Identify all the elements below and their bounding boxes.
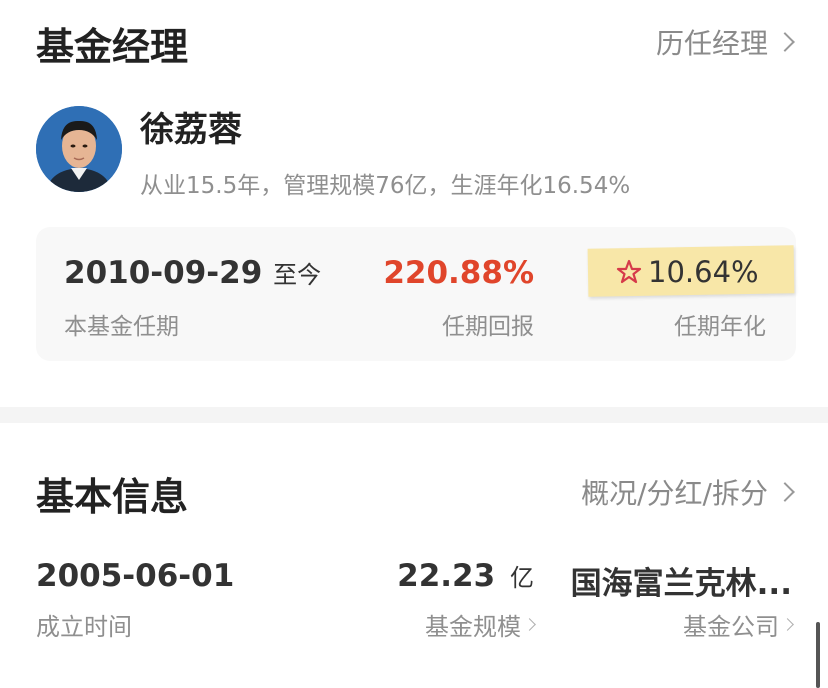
- fund-company-link[interactable]: 基金公司: [683, 607, 794, 642]
- tenure-annualized: 10.64%: [616, 255, 759, 289]
- fund-size-value: 22.23: [397, 558, 496, 594]
- fund-size: 22.23 亿: [397, 558, 534, 594]
- tenure-card: 2010-09-29 至今 本基金任期 220.88% 任期回报 10.64% …: [36, 227, 796, 361]
- manager-summary: 从业15.5年，管理规模76亿，生涯年化16.54%: [140, 173, 631, 199]
- manager-name[interactable]: 徐荔蓉: [140, 102, 242, 151]
- inception-date-value: 2005-06-01: [36, 558, 235, 594]
- tenure-annualized-value: 10.64%: [648, 255, 759, 289]
- tenure-start-label: 本基金任期: [64, 314, 179, 340]
- tenure-return-label: 任期回报: [442, 314, 534, 340]
- manager-avatar[interactable]: [36, 106, 122, 192]
- history-managers-link[interactable]: 历任经理: [655, 22, 795, 62]
- tenure-annualized-label: 任期年化: [674, 314, 766, 340]
- manager-section-title: 基金经理: [36, 25, 189, 69]
- inception-date-label: 成立时间: [36, 613, 132, 641]
- fund-size-link[interactable]: 基金规模: [425, 607, 536, 642]
- tenure-return-value: 220.88%: [383, 255, 534, 291]
- basic-info-section-title: 基本信息: [36, 475, 189, 519]
- star-icon: [616, 259, 642, 284]
- chevron-right-icon: [775, 482, 795, 502]
- scrollbar[interactable]: [816, 622, 820, 688]
- section-divider: [0, 407, 828, 423]
- tenure-until-now: 至今: [273, 261, 322, 289]
- history-managers-label: 历任经理: [655, 27, 768, 60]
- chevron-right-icon: [775, 32, 795, 52]
- tenure-start-date: 2010-09-29: [64, 255, 263, 291]
- fund-detail-page: 基金经理 历任经理 徐荔蓉 从业15.5年，管理规模76亿，生涯年化16.54%…: [0, 0, 828, 688]
- manager-portrait-icon: [36, 106, 122, 192]
- fund-size-label: 基金规模: [425, 613, 521, 641]
- fund-overview-label: 概况/分红/拆分: [581, 477, 768, 510]
- chevron-right-icon: [781, 618, 794, 631]
- fund-company-label: 基金公司: [683, 613, 779, 641]
- fund-size-unit: 亿: [510, 564, 534, 592]
- fund-overview-link[interactable]: 概况/分红/拆分: [581, 472, 795, 512]
- chevron-right-icon: [523, 618, 536, 631]
- fund-company-value: 国海富兰克林...: [570, 566, 792, 602]
- tenure-start: 2010-09-29 至今: [64, 255, 321, 291]
